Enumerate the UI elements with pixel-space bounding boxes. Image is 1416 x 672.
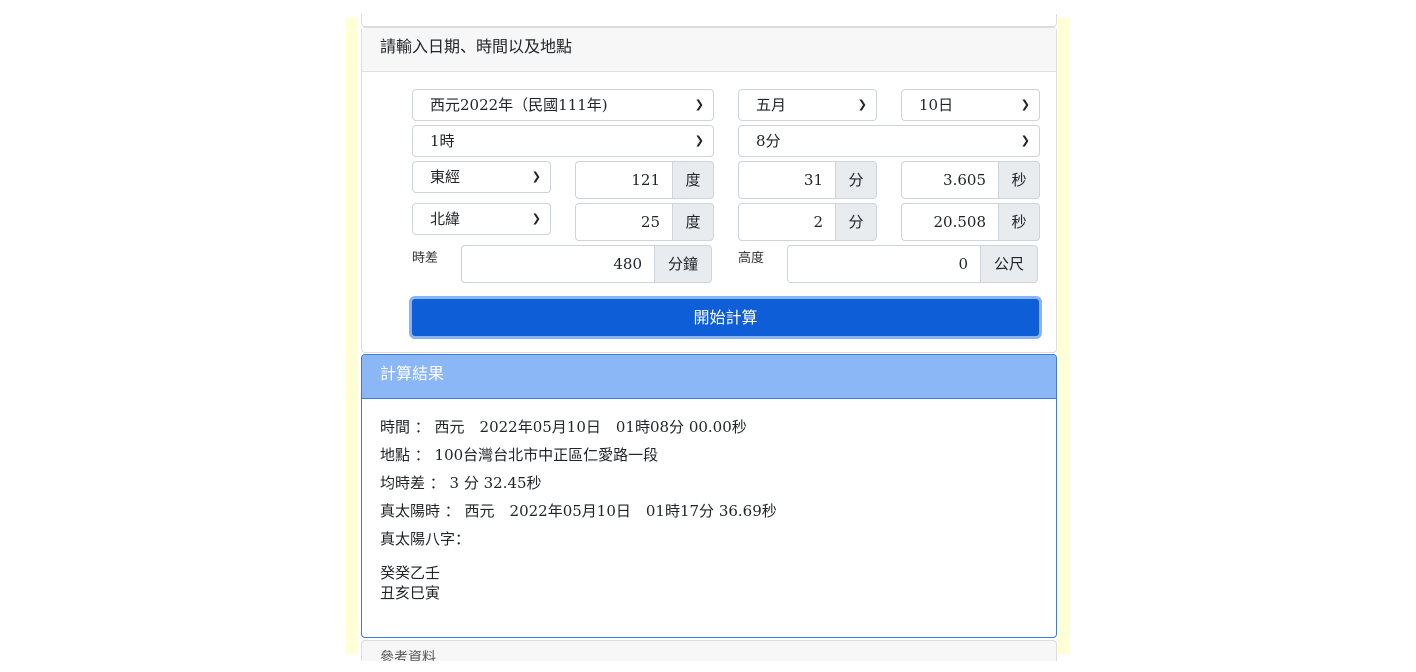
degrees-unit: 度: [672, 161, 714, 199]
minutes-unit: 分: [835, 161, 877, 199]
chevron-down-icon: ❯: [857, 98, 867, 111]
hour-select[interactable]: 1時 ❯: [412, 125, 714, 157]
year-select[interactable]: 西元2022年（民國111年) ❯: [412, 89, 714, 121]
altitude-input[interactable]: 0: [787, 245, 980, 283]
chevron-down-icon: ❯: [1020, 134, 1030, 147]
result-bazi-stems: 癸癸乙壬: [380, 564, 441, 582]
year-select-value: 西元2022年（民國111年): [430, 96, 608, 114]
right-side-strip: [1058, 18, 1070, 654]
hour-select-value: 1時: [430, 132, 455, 150]
seconds-unit: 秒: [998, 161, 1040, 199]
latitude-degrees-group: 25 度: [575, 203, 714, 241]
reference-card-title: 參考資料: [380, 650, 436, 661]
result-card-header: 計算結果: [362, 355, 1056, 399]
result-equation-of-time-line: 均時差 ： 3 分 32.45秒: [380, 474, 542, 492]
longitude-minutes-group: 31 分: [738, 161, 877, 199]
minutes-unit: 分: [835, 203, 877, 241]
chevron-down-icon: ❯: [531, 170, 541, 183]
longitude-seconds-group: 3.605 秒: [901, 161, 1040, 199]
chevron-down-icon: ❯: [694, 134, 704, 147]
chevron-down-icon: ❯: [694, 98, 704, 111]
seconds-unit: 秒: [998, 203, 1040, 241]
timezone-input[interactable]: 480: [461, 245, 654, 283]
result-card: 計算結果 時間 ： 西元 2022年05月10日 01時08分 00.00秒 地…: [361, 354, 1057, 638]
latitude-seconds-input[interactable]: 20.508: [901, 203, 998, 241]
altitude-group: 0 公尺: [787, 245, 1038, 283]
latitude-seconds-group: 20.508 秒: [901, 203, 1040, 241]
result-time-line: 時間 ： 西元 2022年05月10日 01時08分 00.00秒: [380, 418, 747, 436]
latitude-minutes-input[interactable]: 2: [738, 203, 835, 241]
timezone-label: 時差: [412, 251, 439, 266]
month-select-value: 五月: [756, 96, 787, 114]
altitude-unit: 公尺: [980, 245, 1038, 283]
chevron-down-icon: ❯: [1020, 98, 1030, 111]
latitude-direction-value: 北緯: [430, 210, 461, 228]
longitude-seconds-input[interactable]: 3.605: [901, 161, 998, 199]
chevron-down-icon: ❯: [531, 212, 541, 225]
longitude-direction-select[interactable]: 東經 ❯: [412, 161, 551, 193]
longitude-direction-value: 東經: [430, 168, 461, 186]
previous-card-edge: [361, 14, 1057, 27]
timezone-group: 480 分鐘: [461, 245, 712, 283]
result-true-solar-time-line: 真太陽時 ： 西元 2022年05月10日 01時17分 36.69秒: [380, 502, 777, 520]
longitude-degrees-input[interactable]: 121: [575, 161, 672, 199]
reference-card: 參考資料: [361, 640, 1057, 661]
left-side-strip: [346, 18, 358, 654]
result-card-body: 時間 ： 西元 2022年05月10日 01時08分 00.00秒 地點 ： 1…: [362, 399, 1056, 617]
result-bazi-branches: 丑亥巳寅: [380, 584, 441, 602]
longitude-minutes-input[interactable]: 31: [738, 161, 835, 199]
day-select[interactable]: 10日 ❯: [901, 89, 1040, 121]
latitude-direction-select[interactable]: 北緯 ❯: [412, 203, 551, 235]
minute-select[interactable]: 8分 ❯: [738, 125, 1040, 157]
minute-select-value: 8分: [756, 132, 781, 150]
longitude-degrees-group: 121 度: [575, 161, 714, 199]
altitude-label: 高度: [738, 251, 765, 266]
input-card-header: 請輸入日期、時間以及地點: [362, 28, 1056, 72]
result-bazi-heading: 真太陽八字：: [380, 530, 471, 548]
latitude-minutes-group: 2 分: [738, 203, 877, 241]
day-select-value: 10日: [919, 96, 954, 114]
month-select[interactable]: 五月 ❯: [738, 89, 877, 121]
calculate-button[interactable]: 開始計算: [409, 296, 1042, 339]
timezone-unit: 分鐘: [654, 245, 712, 283]
degrees-unit: 度: [672, 203, 714, 241]
result-location-line: 地點 ： 100台灣台北市中正區仁愛路一段: [380, 446, 659, 464]
latitude-degrees-input[interactable]: 25: [575, 203, 672, 241]
